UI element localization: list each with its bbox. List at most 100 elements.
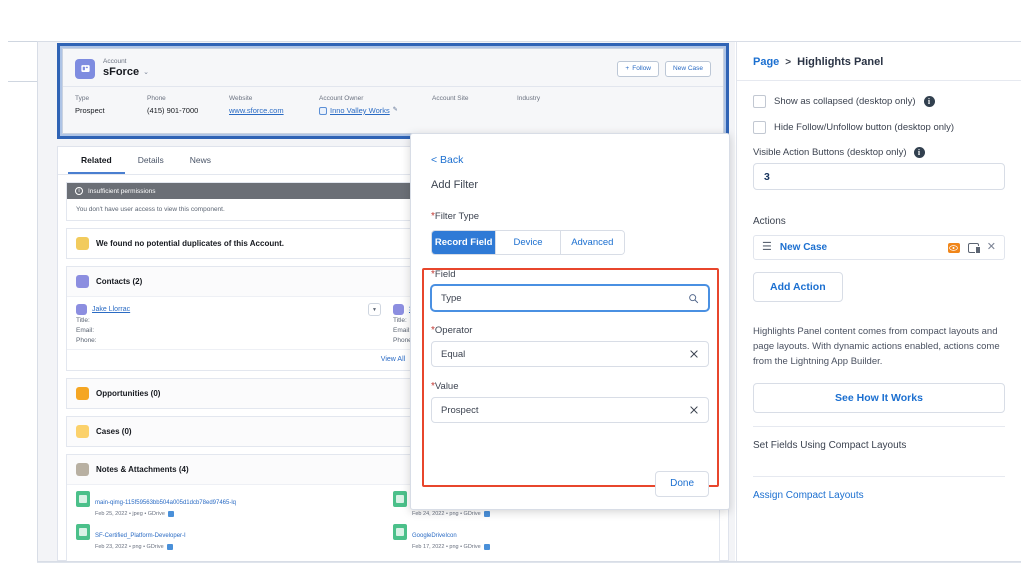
field-input[interactable]: Type [431, 285, 709, 311]
back-link[interactable]: < Back [411, 134, 729, 166]
show-as-collapsed-checkbox[interactable] [753, 95, 766, 108]
field-phone: Phone (415) 901-7000 [147, 94, 229, 116]
field-type-value: Prospect [75, 105, 147, 116]
show-as-collapsed-row[interactable]: Show as collapsed (desktop only) i [753, 95, 1005, 108]
tab-related[interactable]: Related [68, 147, 125, 174]
field-group: *Field Type [411, 269, 729, 311]
contacts-title: Contacts (2) [96, 277, 142, 286]
info-icon[interactable]: i [924, 96, 935, 107]
gdrive-icon [167, 544, 173, 550]
visible-action-buttons-input[interactable]: 3 [753, 163, 1005, 190]
case-icon [76, 425, 89, 438]
permission-banner-title: Insufficient permissions [88, 188, 155, 195]
eye-icon[interactable] [948, 243, 960, 253]
value-label-wrap: *Value [431, 381, 709, 392]
value-input-value: Prospect [441, 405, 689, 416]
field-account-owner-value[interactable]: Inno Valley Works ✎ [319, 105, 432, 116]
contact-icon [76, 275, 89, 288]
frame-bottom-rule [37, 562, 1021, 563]
change-owner-icon[interactable]: ✎ [393, 105, 398, 116]
done-button[interactable]: Done [655, 471, 709, 497]
highlights-compact-fields: Type Prospect Phone (415) 901-7000 Websi… [63, 86, 723, 125]
operator-input[interactable]: Equal [431, 341, 709, 367]
set-fields-compact-layouts-link[interactable]: Set Fields Using Compact Layouts [753, 427, 1005, 463]
show-as-collapsed-label: Show as collapsed (desktop only) [774, 96, 916, 107]
value-input[interactable]: Prospect [431, 397, 709, 423]
see-how-it-works-button[interactable]: See How It Works [753, 383, 1005, 413]
drag-handle-icon[interactable]: ☰ [762, 242, 772, 253]
new-case-button[interactable]: New Case [665, 61, 711, 77]
visible-action-buttons-label-row: Visible Action Buttons (desktop only) i [753, 147, 1005, 158]
list-item[interactable]: main-qimg-115f59563bb504a005d1dcb78ed974… [76, 491, 393, 518]
highlights-header-row: Account sForce ⌄ + Follow New Case [63, 49, 723, 86]
field-website: Website www.sforce.com [229, 94, 319, 116]
file-text-block: main-qimg-115f59563bb504a005d1dcb78ed974… [95, 491, 236, 518]
operator-input-value: Equal [441, 349, 689, 360]
hide-follow-button-checkbox[interactable] [753, 121, 766, 134]
field-website-value[interactable]: www.sforce.com [229, 105, 319, 116]
contact-item-1: Jake Llorrac Title: Email: Phone: ▼ [76, 304, 393, 345]
field-account-site: Account Site [432, 94, 517, 116]
file-meta-text: Feb 24, 2022 • png • GDrive [412, 510, 481, 518]
visible-action-buttons-label: Visible Action Buttons (desktop only) [753, 147, 907, 158]
contact-1-head: Jake Llorrac [76, 304, 393, 315]
file-text-block: GoogleDriveIcon Feb 17, 2022 • png • GDr… [412, 524, 490, 551]
popover-footer: Done [411, 461, 729, 509]
close-icon[interactable]: ✕ [987, 242, 996, 253]
tab-details[interactable]: Details [125, 147, 177, 174]
operator-group: *Operator Equal [411, 325, 729, 367]
image-file-icon [76, 524, 90, 540]
add-action-button[interactable]: Add Action [753, 272, 843, 302]
field-industry: Industry [517, 94, 540, 116]
account-title-block: Account sForce ⌄ [103, 58, 149, 79]
breadcrumb: Page > Highlights Panel [737, 42, 1021, 81]
info-icon[interactable]: i [914, 147, 925, 158]
contact-1-title: Title: [76, 316, 393, 325]
visible-action-buttons-value: 3 [764, 171, 770, 183]
record-name-text: sForce [103, 66, 139, 79]
filter-type-advanced[interactable]: Advanced [561, 231, 624, 254]
info-icon: i [75, 187, 83, 195]
opportunities-title: Opportunities (0) [96, 389, 160, 398]
file-name[interactable]: main-qimg-115f59563bb504a005d1dcb78ed974… [95, 500, 236, 506]
file-meta: Feb 23, 2022 • png • GDrive [95, 543, 186, 551]
tab-news[interactable]: News [177, 147, 224, 174]
assign-compact-layouts-link[interactable]: Assign Compact Layouts [753, 477, 1005, 513]
clear-icon[interactable] [689, 349, 699, 359]
field-type: Type Prospect [75, 94, 147, 116]
hide-follow-button-row[interactable]: Hide Follow/Unfollow button (desktop onl… [753, 121, 1005, 134]
add-filter-popover: < Back Add Filter *Filter Type Record Fi… [410, 133, 730, 510]
highlights-panel-component[interactable]: Account sForce ⌄ + Follow New Case [57, 43, 729, 139]
action-name[interactable]: New Case [780, 242, 940, 253]
file-text-block: SF-Certified_Platform-Developer-I Feb 23… [95, 524, 186, 551]
filter-type-record-field[interactable]: Record Field [432, 231, 496, 254]
follow-button[interactable]: + Follow [617, 61, 659, 77]
contact-1-row-menu[interactable]: ▼ [368, 303, 381, 316]
chevron-down-icon[interactable]: ⌄ [143, 66, 149, 79]
plus-icon: + [625, 65, 629, 73]
list-item[interactable]: SF-Certified_Platform-Developer-I Feb 23… [76, 524, 393, 551]
frame-tick-top [8, 41, 38, 42]
search-icon[interactable] [688, 293, 699, 304]
field-industry-label: Industry [517, 94, 540, 103]
file-name[interactable]: SF-Certified_Platform-Developer-I [95, 533, 186, 539]
list-item[interactable]: GoogleDriveIcon Feb 17, 2022 • png • GDr… [393, 524, 710, 551]
breadcrumb-page-link[interactable]: Page [753, 56, 779, 68]
contact-1-name[interactable]: Jake Llorrac [92, 306, 130, 313]
clear-icon[interactable] [689, 405, 699, 415]
follow-button-label: Follow [632, 65, 651, 73]
properties-panel: Page > Highlights Panel Show as collapse… [736, 42, 1021, 561]
field-website-label: Website [229, 94, 319, 103]
gdrive-icon [168, 511, 174, 517]
opportunity-icon [76, 387, 89, 400]
device-icon[interactable] [968, 243, 979, 253]
action-row-new-case[interactable]: ☰ New Case ✕ [753, 235, 1005, 260]
file-meta: Feb 25, 2022 • jpeg • GDrive [95, 510, 236, 518]
filter-type-device[interactable]: Device [496, 231, 560, 254]
popover-title: Add Filter [411, 166, 729, 191]
filter-type-section: *Filter Type Record Field Device Advance… [411, 191, 729, 255]
filter-type-button-group: Record Field Device Advanced [431, 230, 625, 255]
file-meta-text: Feb 23, 2022 • png • GDrive [95, 543, 164, 551]
file-name[interactable]: GoogleDriveIcon [412, 533, 457, 539]
file-meta-text: Feb 17, 2022 • png • GDrive [412, 543, 481, 551]
